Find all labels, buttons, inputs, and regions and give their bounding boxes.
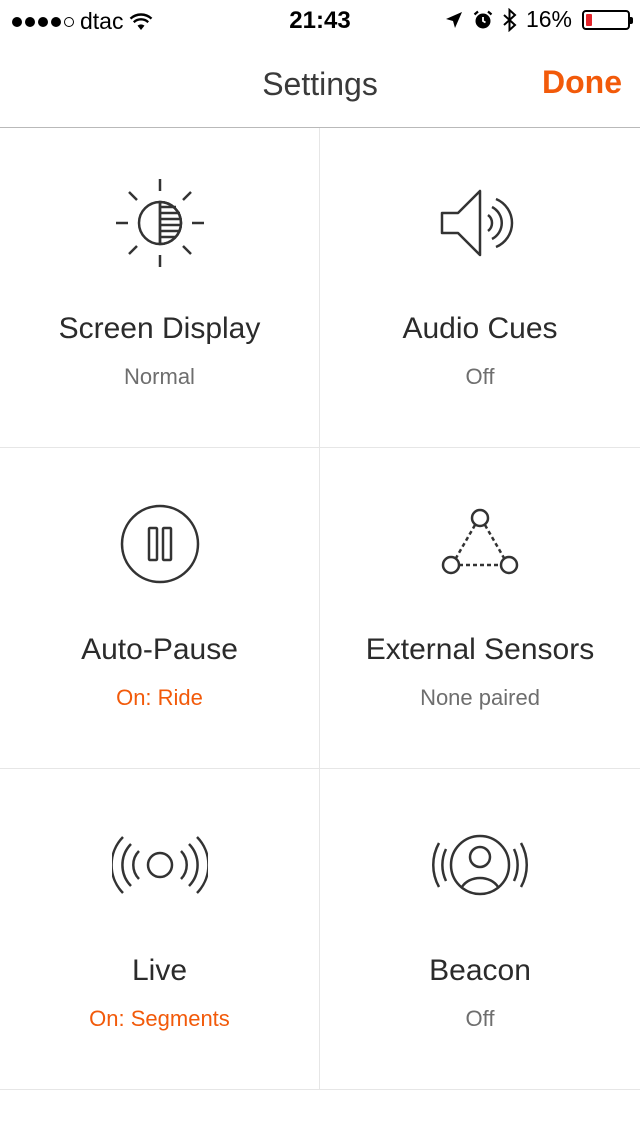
tile-value: Off <box>465 1006 495 1031</box>
pause-icon <box>0 489 319 599</box>
auto-pause-tile[interactable]: Auto-Pause On: Ride <box>0 448 320 769</box>
battery-icon <box>582 9 633 30</box>
beacon-icon <box>320 810 640 920</box>
settings-grid: Screen Display Normal Audio Cues Off Aut… <box>0 128 640 1090</box>
navigation-bar: Settings Done <box>0 40 640 128</box>
live-tile[interactable]: Live On: Segments <box>0 769 320 1090</box>
broadcast-icon <box>0 810 319 920</box>
tile-title: External Sensors <box>365 633 595 666</box>
tile-title: Beacon <box>429 954 531 987</box>
status-right: 16% <box>444 6 633 33</box>
alarm-icon <box>473 10 493 28</box>
audio-cues-tile[interactable]: Audio Cues Off <box>320 128 640 448</box>
brightness-icon <box>0 168 319 278</box>
speaker-icon <box>320 168 640 278</box>
tile-value: None paired <box>420 685 540 710</box>
status-bar: dtac 21:43 16% <box>0 0 640 40</box>
battery-tip <box>630 16 633 24</box>
tile-value: Normal <box>124 364 195 389</box>
tile-value: On: Segments <box>89 1006 230 1031</box>
tile-value: Off <box>465 364 495 389</box>
tile-title: Audio Cues <box>402 312 558 345</box>
tile-title: Live <box>131 954 188 987</box>
bluetooth-icon <box>503 7 517 32</box>
beacon-tile[interactable]: Beacon Off <box>320 769 640 1090</box>
external-sensors-tile[interactable]: External Sensors None paired <box>320 448 640 769</box>
battery-level-fill <box>586 13 592 26</box>
battery-percent: 16% <box>525 6 572 32</box>
tile-title: Screen Display <box>58 312 261 345</box>
done-button[interactable]: Done <box>542 64 622 101</box>
tile-title: Auto-Pause <box>81 633 238 666</box>
location-arrow-icon <box>445 11 462 28</box>
screen-display-tile[interactable]: Screen Display Normal <box>0 128 320 448</box>
sensors-icon <box>320 489 640 599</box>
tile-value: On: Ride <box>116 685 203 710</box>
